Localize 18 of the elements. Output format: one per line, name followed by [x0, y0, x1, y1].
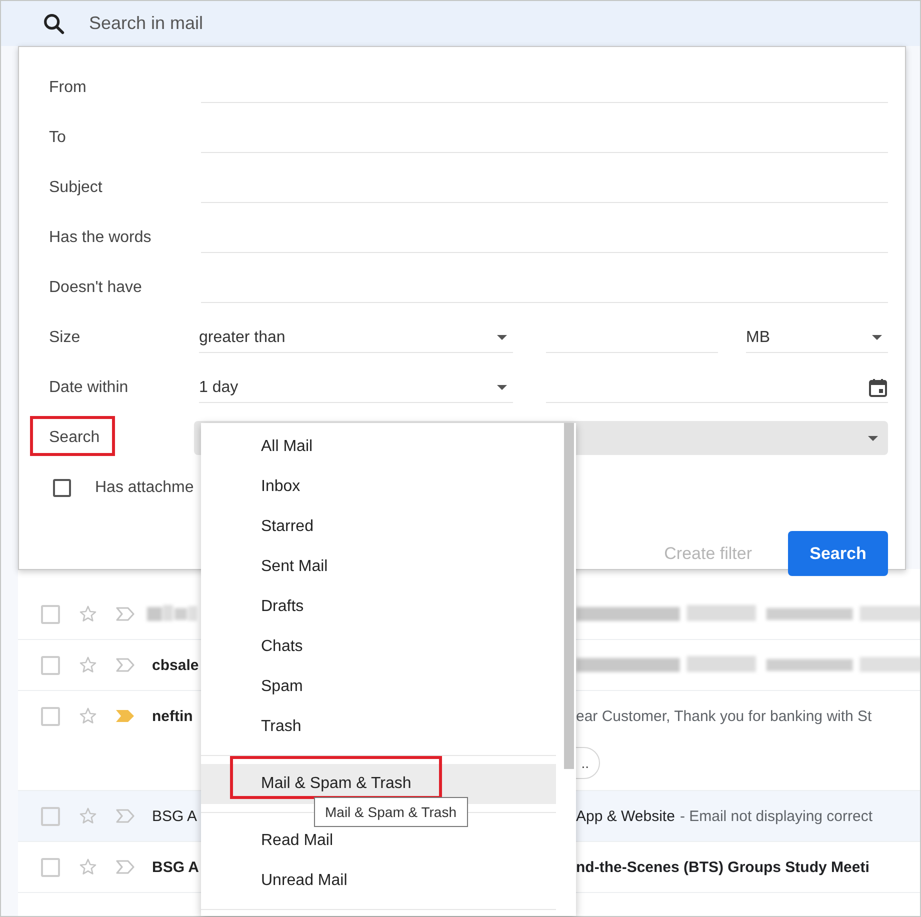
tooltip: Mail & Spam & Trash — [314, 797, 468, 827]
field-label: Doesn't have — [49, 279, 143, 297]
field-label: From — [49, 79, 88, 97]
field-label: Search — [49, 429, 100, 446]
checkbox-label: Has attachme — [95, 479, 194, 497]
field-label: Has the words — [49, 229, 152, 247]
sender-name: neftin — [152, 708, 193, 724]
field-label: Size — [49, 329, 82, 347]
field-label: Date within — [49, 379, 130, 397]
sender-name: BSG A — [152, 858, 199, 876]
sender-name: cbsale — [152, 656, 199, 674]
email-snippet: ear Customer, Thank you for banking with St — [576, 708, 872, 724]
field-label: To — [49, 129, 67, 147]
email-subject: App & Website — [576, 808, 675, 824]
email-snippet: - Email not displaying correct — [680, 808, 873, 824]
sender-name: BSG A — [152, 808, 198, 824]
email-subject: nd-the-Scenes (BTS) Groups Study Meeti — [576, 858, 870, 876]
field-label: Subject — [49, 179, 104, 197]
